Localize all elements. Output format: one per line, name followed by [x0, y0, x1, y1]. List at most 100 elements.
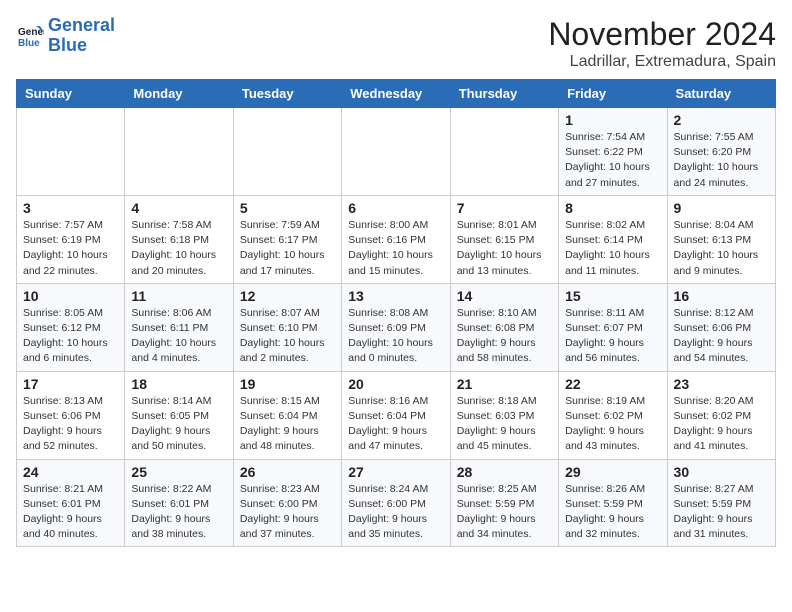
calendar-cell: 23 Sunrise: 8:20 AM Sunset: 6:02 PM Dayli… — [667, 371, 775, 459]
day-info: Sunrise: 8:07 AM Sunset: 6:10 PM Dayligh… — [240, 306, 335, 367]
calendar-week-row: 10 Sunrise: 8:05 AM Sunset: 6:12 PM Dayli… — [17, 283, 776, 371]
header: General Blue General Blue November 2024 … — [16, 16, 776, 71]
day-info: Sunrise: 8:10 AM Sunset: 6:08 PM Dayligh… — [457, 306, 552, 367]
calendar-cell: 16 Sunrise: 8:12 AM Sunset: 6:06 PM Dayli… — [667, 283, 775, 371]
day-number: 5 — [240, 200, 335, 216]
day-of-week-header: Friday — [559, 80, 667, 108]
day-number: 3 — [23, 200, 118, 216]
day-info: Sunrise: 7:58 AM Sunset: 6:18 PM Dayligh… — [131, 218, 226, 279]
calendar-cell: 14Sunrise: 8:10 AM Sunset: 6:08 PM Dayli… — [450, 283, 558, 371]
day-info: Sunrise: 8:01 AM Sunset: 6:15 PM Dayligh… — [457, 218, 552, 279]
day-number: 23 — [674, 376, 769, 392]
calendar-week-row: 24 Sunrise: 8:21 AM Sunset: 6:01 PM Dayli… — [17, 459, 776, 547]
day-number: 18 — [131, 376, 226, 392]
day-number: 21 — [457, 376, 552, 392]
day-number: 4 — [131, 200, 226, 216]
calendar-cell: 3 Sunrise: 7:57 AM Sunset: 6:19 PM Daylig… — [17, 195, 125, 283]
day-info: Sunrise: 8:05 AM Sunset: 6:12 PM Dayligh… — [23, 306, 118, 367]
day-number: 2 — [674, 112, 769, 128]
day-number: 27 — [348, 464, 443, 480]
day-info: Sunrise: 8:04 AM Sunset: 6:13 PM Dayligh… — [674, 218, 769, 279]
calendar-cell: 19 Sunrise: 8:15 AM Sunset: 6:04 PM Dayli… — [233, 371, 341, 459]
day-info: Sunrise: 7:54 AM Sunset: 6:22 PM Dayligh… — [565, 130, 660, 191]
day-of-week-header: Tuesday — [233, 80, 341, 108]
day-number: 1 — [565, 112, 660, 128]
calendar-cell: 13 Sunrise: 8:08 AM Sunset: 6:09 PM Dayli… — [342, 283, 450, 371]
day-number: 22 — [565, 376, 660, 392]
day-info: Sunrise: 8:23 AM Sunset: 6:00 PM Dayligh… — [240, 482, 335, 543]
day-info: Sunrise: 8:02 AM Sunset: 6:14 PM Dayligh… — [565, 218, 660, 279]
day-number: 15 — [565, 288, 660, 304]
month-year: November 2024 — [548, 16, 776, 53]
calendar-cell: 27 Sunrise: 8:24 AM Sunset: 6:00 PM Dayli… — [342, 459, 450, 547]
day-number: 6 — [348, 200, 443, 216]
day-of-week-header: Monday — [125, 80, 233, 108]
day-info: Sunrise: 7:59 AM Sunset: 6:17 PM Dayligh… — [240, 218, 335, 279]
day-info: Sunrise: 8:13 AM Sunset: 6:06 PM Dayligh… — [23, 394, 118, 455]
calendar-cell: 17Sunrise: 8:13 AM Sunset: 6:06 PM Dayli… — [17, 371, 125, 459]
day-info: Sunrise: 8:06 AM Sunset: 6:11 PM Dayligh… — [131, 306, 226, 367]
day-info: Sunrise: 8:26 AM Sunset: 5:59 PM Dayligh… — [565, 482, 660, 543]
calendar-cell: 29 Sunrise: 8:26 AM Sunset: 5:59 PM Dayli… — [559, 459, 667, 547]
calendar-week-row: 17Sunrise: 8:13 AM Sunset: 6:06 PM Dayli… — [17, 371, 776, 459]
day-info: Sunrise: 8:27 AM Sunset: 5:59 PM Dayligh… — [674, 482, 769, 543]
calendar-cell: 2 Sunrise: 7:55 AM Sunset: 6:20 PM Daylig… — [667, 108, 775, 196]
calendar-cell: 12 Sunrise: 8:07 AM Sunset: 6:10 PM Dayli… — [233, 283, 341, 371]
day-info: Sunrise: 7:57 AM Sunset: 6:19 PM Dayligh… — [23, 218, 118, 279]
calendar-cell: 28 Sunrise: 8:25 AM Sunset: 5:59 PM Dayli… — [450, 459, 558, 547]
calendar-cell: 10 Sunrise: 8:05 AM Sunset: 6:12 PM Dayli… — [17, 283, 125, 371]
day-number: 29 — [565, 464, 660, 480]
day-number: 8 — [565, 200, 660, 216]
calendar-cell: 1 Sunrise: 7:54 AM Sunset: 6:22 PM Daylig… — [559, 108, 667, 196]
calendar-cell: 24 Sunrise: 8:21 AM Sunset: 6:01 PM Dayli… — [17, 459, 125, 547]
day-info: Sunrise: 8:20 AM Sunset: 6:02 PM Dayligh… — [674, 394, 769, 455]
svg-text:Blue: Blue — [18, 38, 40, 49]
day-info: Sunrise: 8:25 AM Sunset: 5:59 PM Dayligh… — [457, 482, 552, 543]
day-number: 26 — [240, 464, 335, 480]
day-info: Sunrise: 8:19 AM Sunset: 6:02 PM Dayligh… — [565, 394, 660, 455]
day-number: 25 — [131, 464, 226, 480]
day-number: 10 — [23, 288, 118, 304]
day-of-week-header: Wednesday — [342, 80, 450, 108]
day-number: 19 — [240, 376, 335, 392]
day-info: Sunrise: 7:55 AM Sunset: 6:20 PM Dayligh… — [674, 130, 769, 191]
calendar-cell — [342, 108, 450, 196]
calendar-week-row: 3 Sunrise: 7:57 AM Sunset: 6:19 PM Daylig… — [17, 195, 776, 283]
day-of-week-header: Thursday — [450, 80, 558, 108]
day-info: Sunrise: 8:22 AM Sunset: 6:01 PM Dayligh… — [131, 482, 226, 543]
calendar-cell: 26 Sunrise: 8:23 AM Sunset: 6:00 PM Dayli… — [233, 459, 341, 547]
day-number: 7 — [457, 200, 552, 216]
logo: General Blue General Blue — [16, 16, 115, 56]
day-number: 9 — [674, 200, 769, 216]
calendar-cell — [17, 108, 125, 196]
location: Ladrillar, Extremadura, Spain — [548, 53, 776, 71]
day-info: Sunrise: 8:08 AM Sunset: 6:09 PM Dayligh… — [348, 306, 443, 367]
calendar-cell — [450, 108, 558, 196]
day-of-week-header: Saturday — [667, 80, 775, 108]
day-of-week-header: Sunday — [17, 80, 125, 108]
day-info: Sunrise: 8:24 AM Sunset: 6:00 PM Dayligh… — [348, 482, 443, 543]
day-number: 16 — [674, 288, 769, 304]
calendar-cell: 20 Sunrise: 8:16 AM Sunset: 6:04 PM Dayli… — [342, 371, 450, 459]
calendar-cell: 15Sunrise: 8:11 AM Sunset: 6:07 PM Dayli… — [559, 283, 667, 371]
calendar-cell — [233, 108, 341, 196]
calendar-header: SundayMondayTuesdayWednesdayThursdayFrid… — [17, 80, 776, 108]
day-number: 13 — [348, 288, 443, 304]
day-number: 12 — [240, 288, 335, 304]
calendar-cell: 21 Sunrise: 8:18 AM Sunset: 6:03 PM Dayli… — [450, 371, 558, 459]
day-number: 20 — [348, 376, 443, 392]
day-info: Sunrise: 8:15 AM Sunset: 6:04 PM Dayligh… — [240, 394, 335, 455]
calendar-cell: 18 Sunrise: 8:14 AM Sunset: 6:05 PM Dayli… — [125, 371, 233, 459]
logo-icon: General Blue — [16, 22, 44, 50]
day-info: Sunrise: 8:16 AM Sunset: 6:04 PM Dayligh… — [348, 394, 443, 455]
day-number: 24 — [23, 464, 118, 480]
day-info: Sunrise: 8:18 AM Sunset: 6:03 PM Dayligh… — [457, 394, 552, 455]
day-info: Sunrise: 8:21 AM Sunset: 6:01 PM Dayligh… — [23, 482, 118, 543]
day-number: 11 — [131, 288, 226, 304]
calendar-cell — [125, 108, 233, 196]
day-number: 28 — [457, 464, 552, 480]
day-info: Sunrise: 8:14 AM Sunset: 6:05 PM Dayligh… — [131, 394, 226, 455]
calendar-cell: 6Sunrise: 8:00 AM Sunset: 6:16 PM Daylig… — [342, 195, 450, 283]
day-info: Sunrise: 8:12 AM Sunset: 6:06 PM Dayligh… — [674, 306, 769, 367]
calendar-cell: 7 Sunrise: 8:01 AM Sunset: 6:15 PM Daylig… — [450, 195, 558, 283]
